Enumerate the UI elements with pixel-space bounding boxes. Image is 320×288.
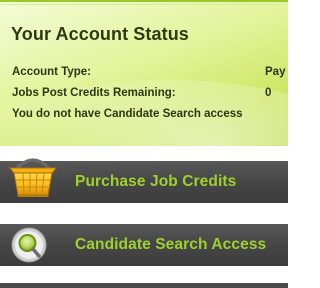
credits-remaining-value: 0 — [265, 87, 272, 99]
footer-bar — [0, 283, 288, 288]
search-access-message: You do not have Candidate Search access — [12, 108, 243, 120]
account-type-label: Account Type: — [12, 66, 92, 78]
account-status-panel: Your Account Status Account Type: Pay Jo… — [0, 0, 288, 146]
credits-remaining-label: Jobs Post Credits Remaining: — [12, 87, 176, 99]
purchase-job-credits-label: Purchase Job Credits — [75, 173, 237, 190]
basket-icon[interactable] — [8, 151, 58, 199]
candidate-search-access-label: Candidate Search Access — [75, 236, 267, 253]
account-type-value: Pay — [265, 66, 286, 78]
account-status-title: Your Account Status — [11, 24, 189, 44]
magnifier-icon[interactable] — [10, 224, 48, 266]
